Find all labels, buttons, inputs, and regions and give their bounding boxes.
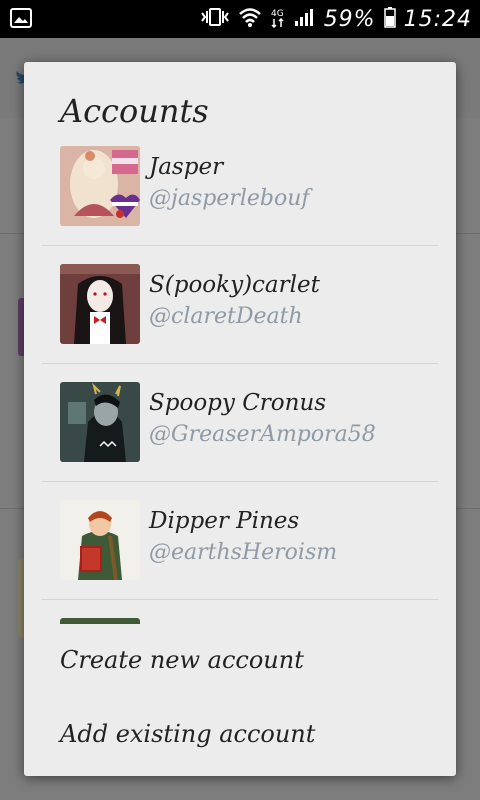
status-bar: 4G 59% 15:24 [0, 0, 480, 38]
account-item-spoopy-cronus[interactable]: Spoopy Cronus @GreaserAmpora58 [24, 378, 456, 496]
add-existing-account-button[interactable]: Add existing account [60, 720, 315, 748]
battery-percent: 59% [323, 6, 376, 32]
avatar-partial [60, 618, 140, 624]
account-name: S(pooky)carlet [149, 272, 320, 298]
divider [42, 363, 438, 364]
gallery-notification-icon [10, 8, 32, 28]
divider [42, 481, 438, 482]
account-list[interactable]: Jasper @jasperlebouf S(pooky)carlet @cla… [24, 142, 456, 620]
account-name: Jasper [149, 154, 224, 180]
svg-text:4G: 4G [271, 9, 284, 19]
account-handle: @claretDeath [149, 304, 303, 329]
account-name: Dipper Pines [149, 508, 300, 534]
account-handle: @earthsHeroism [149, 540, 338, 565]
wifi-icon [238, 7, 262, 31]
vibrate-icon [200, 7, 230, 31]
account-handle: @jasperlebouf [149, 186, 310, 211]
accounts-dialog: Accounts Jasper @jasperlebouf S(pooky)ca… [24, 62, 456, 776]
account-item-jasper[interactable]: Jasper @jasperlebouf [24, 142, 456, 260]
signal-icon [294, 7, 316, 31]
divider [42, 245, 438, 246]
divider [42, 599, 438, 600]
account-item-scarlet[interactable]: S(pooky)carlet @claretDeath [24, 260, 456, 378]
clock: 15:24 [403, 6, 472, 32]
avatar [60, 146, 140, 226]
dialog-title: Accounts [60, 92, 209, 130]
account-name: Spoopy Cronus [149, 390, 327, 416]
avatar [60, 500, 140, 580]
account-item-dipper-pines[interactable]: Dipper Pines @earthsHeroism [24, 496, 456, 614]
account-handle: @GreaserAmpora58 [149, 422, 376, 447]
create-new-account-button[interactable]: Create new account [60, 646, 304, 674]
4g-icon: 4G [270, 6, 286, 32]
battery-icon [383, 6, 396, 32]
avatar [60, 382, 140, 462]
avatar [60, 264, 140, 344]
